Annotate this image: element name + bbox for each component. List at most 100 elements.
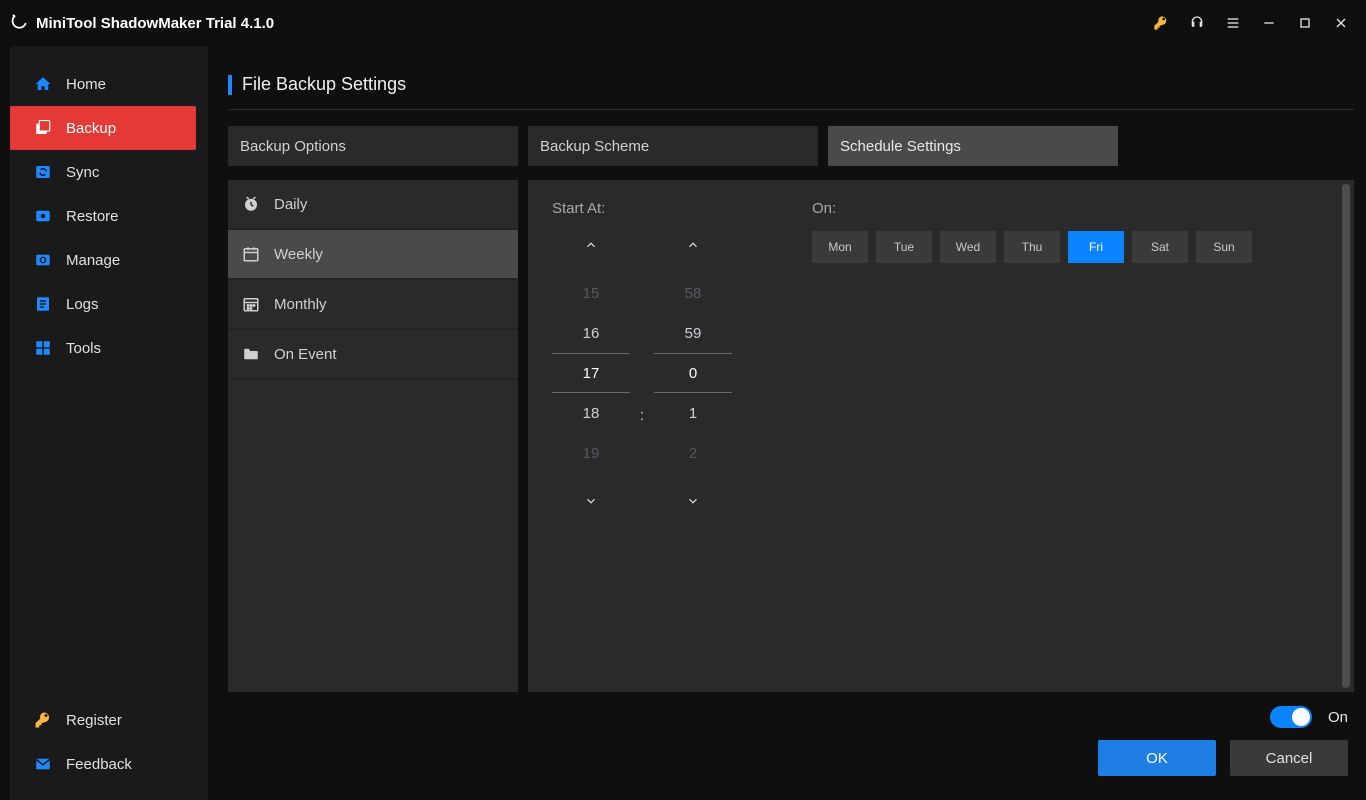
minute-option[interactable]: 2 <box>654 433 732 473</box>
hour-option[interactable]: 16 <box>552 313 630 353</box>
logs-icon <box>34 295 52 313</box>
sidebar-item-label: Register <box>66 712 122 729</box>
day-tue[interactable]: Tue <box>876 231 932 263</box>
hour-wheel[interactable]: 15 16 17 18 19 <box>552 273 630 473</box>
tab-backup-options[interactable]: Backup Options <box>228 126 518 166</box>
schedule-mode-panel: Daily Weekly Monthly <box>228 180 518 692</box>
minimize-icon[interactable] <box>1260 14 1278 32</box>
page-header: File Backup Settings <box>228 74 1354 110</box>
toggle-label: On <box>1328 709 1348 726</box>
tab-label: Schedule Settings <box>840 138 961 155</box>
day-label: Fri <box>1089 240 1103 254</box>
mode-label: Weekly <box>274 246 323 263</box>
sidebar-item-label: Tools <box>66 340 101 357</box>
mode-label: On Event <box>274 346 337 363</box>
day-sat[interactable]: Sat <box>1132 231 1188 263</box>
mode-label: Monthly <box>274 296 327 313</box>
button-label: Cancel <box>1266 750 1313 767</box>
sidebar-item-register[interactable]: Register <box>10 698 208 742</box>
day-wed[interactable]: Wed <box>940 231 996 263</box>
support-icon[interactable] <box>1188 14 1206 32</box>
sidebar-bottom: Register Feedback <box>10 698 208 800</box>
tab-schedule-settings[interactable]: Schedule Settings <box>828 126 1118 166</box>
titlebar-right <box>1152 14 1356 32</box>
footer-button-row: OK Cancel <box>228 728 1354 776</box>
minute-down-button[interactable] <box>679 487 707 515</box>
hour-option[interactable]: 15 <box>552 273 630 313</box>
sidebar-item-sync[interactable]: Sync <box>10 150 208 194</box>
license-key-icon[interactable] <box>1152 14 1170 32</box>
sidebar-item-tools[interactable]: Tools <box>10 326 208 370</box>
tab-label: Backup Scheme <box>540 138 649 155</box>
minute-selected[interactable]: 0 <box>654 353 732 393</box>
day-label: Thu <box>1022 240 1043 254</box>
mode-daily[interactable]: Daily <box>228 180 518 230</box>
hour-selected[interactable]: 17 <box>552 353 630 393</box>
sidebar-item-restore[interactable]: Restore <box>10 194 208 238</box>
ok-button[interactable]: OK <box>1098 740 1216 776</box>
hour-option[interactable]: 18 <box>552 393 630 433</box>
sidebar-item-backup[interactable]: Backup <box>10 106 196 150</box>
time-colon: : <box>636 231 648 424</box>
minute-spinner: 58 59 0 1 2 <box>654 231 732 515</box>
app-logo-icon <box>10 14 28 32</box>
sidebar-item-label: Feedback <box>66 756 132 773</box>
main: File Backup Settings Backup Options Back… <box>208 46 1366 800</box>
days-row: Mon Tue Wed Thu Fri Sat Sun <box>812 231 1252 263</box>
day-label: Sat <box>1151 240 1169 254</box>
mode-weekly[interactable]: Weekly <box>228 230 518 280</box>
tab-backup-scheme[interactable]: Backup Scheme <box>528 126 818 166</box>
manage-icon <box>34 251 52 269</box>
schedule-toggle[interactable] <box>1270 706 1312 728</box>
close-icon[interactable] <box>1332 14 1350 32</box>
day-mon[interactable]: Mon <box>812 231 868 263</box>
page-header-accent <box>228 75 232 95</box>
sync-icon <box>34 163 52 181</box>
sidebar-item-manage[interactable]: Manage <box>10 238 208 282</box>
start-at-section: Start At: 15 16 17 18 19 <box>552 200 732 672</box>
clock-icon <box>242 195 260 213</box>
day-label: Sun <box>1213 240 1234 254</box>
content-row: Daily Weekly Monthly <box>228 180 1354 692</box>
home-icon <box>34 75 52 93</box>
day-sun[interactable]: Sun <box>1196 231 1252 263</box>
on-label: On: <box>812 200 1252 217</box>
sidebar-spacer <box>10 370 208 698</box>
sidebar-item-label: Sync <box>66 164 99 181</box>
scrollbar[interactable] <box>1342 184 1350 688</box>
day-label: Mon <box>828 240 851 254</box>
toggle-knob <box>1292 708 1310 726</box>
button-label: OK <box>1146 750 1168 767</box>
minute-wheel[interactable]: 58 59 0 1 2 <box>654 273 732 473</box>
cancel-button[interactable]: Cancel <box>1230 740 1348 776</box>
time-picker: 15 16 17 18 19 : <box>552 231 732 515</box>
hour-option[interactable]: 19 <box>552 433 630 473</box>
hour-spinner: 15 16 17 18 19 <box>552 231 630 515</box>
minute-option[interactable]: 59 <box>654 313 732 353</box>
on-days-section: On: Mon Tue Wed Thu Fri Sat Sun <box>812 200 1252 672</box>
tab-row: Backup Options Backup Scheme Schedule Se… <box>228 126 1354 166</box>
sidebar-item-feedback[interactable]: Feedback <box>10 742 208 786</box>
sidebar-item-logs[interactable]: Logs <box>10 282 208 326</box>
mode-monthly[interactable]: Monthly <box>228 280 518 330</box>
sidebar-item-label: Home <box>66 76 106 93</box>
day-thu[interactable]: Thu <box>1004 231 1060 263</box>
tab-label: Backup Options <box>240 138 346 155</box>
titlebar: MiniTool ShadowMaker Trial 4.1.0 <box>0 0 1366 46</box>
minute-up-button[interactable] <box>679 231 707 259</box>
sidebar-item-label: Logs <box>66 296 99 313</box>
hour-down-button[interactable] <box>577 487 605 515</box>
start-at-label: Start At: <box>552 200 732 217</box>
key-icon <box>34 711 52 729</box>
hour-up-button[interactable] <box>577 231 605 259</box>
mode-on-event[interactable]: On Event <box>228 330 518 380</box>
sidebar-item-home[interactable]: Home <box>10 62 208 106</box>
maximize-icon[interactable] <box>1296 14 1314 32</box>
day-label: Wed <box>956 240 980 254</box>
menu-icon[interactable] <box>1224 14 1242 32</box>
minute-option[interactable]: 58 <box>654 273 732 313</box>
backup-icon <box>34 119 52 137</box>
minute-option[interactable]: 1 <box>654 393 732 433</box>
day-fri[interactable]: Fri <box>1068 231 1124 263</box>
day-label: Tue <box>894 240 914 254</box>
